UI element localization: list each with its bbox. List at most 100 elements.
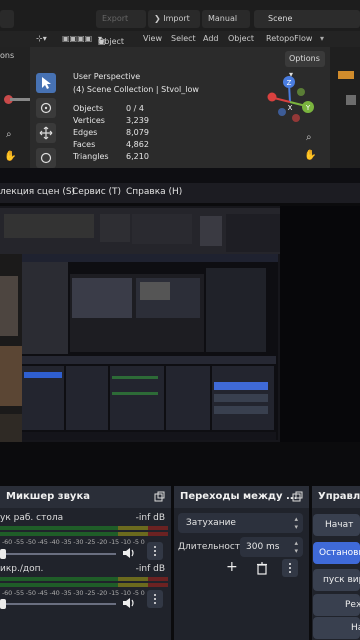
transition-type-select[interactable]: Затухание ▴ ▾	[178, 513, 303, 533]
menu-select[interactable]: Select	[171, 34, 196, 43]
export-button[interactable]: Export	[96, 10, 146, 28]
transition-menu-button[interactable]	[282, 559, 298, 577]
menu-scene-collection[interactable]: лекция сцен (S)	[0, 187, 75, 197]
manual-button[interactable]: Manual	[202, 10, 250, 28]
gizmo-z-label: Z	[287, 79, 292, 87]
menu-tools[interactable]: Сервис (T)	[72, 187, 121, 197]
blender-topbar: Export ❯ Import Manual Scene	[0, 10, 360, 30]
channel-name-desktop: ук раб. стола	[0, 513, 64, 523]
export-label: Export	[102, 14, 129, 23]
volume-meter	[0, 583, 168, 587]
title-bar	[0, 168, 360, 183]
crosshair-icon	[40, 102, 52, 114]
panel-tab[interactable]	[338, 71, 354, 79]
start-streaming-label: Начат	[325, 520, 354, 530]
speaker-icon[interactable]	[122, 597, 136, 609]
move-arrows-icon	[39, 126, 53, 140]
stat-value-edges: 8,079	[126, 128, 149, 137]
select-mode-icons[interactable]: ▣▣▣▣	[62, 34, 92, 43]
menu-add[interactable]: Add	[203, 34, 219, 43]
start-virtual-camera-button[interactable]: пуск вирт	[313, 569, 360, 591]
volume-slider-mic[interactable]	[0, 603, 116, 605]
n-panel-edge	[330, 47, 360, 168]
menu-retopoflow[interactable]: RetopoFlow	[266, 34, 312, 43]
navigation-gizmo[interactable]: Z Y X	[262, 72, 318, 128]
stat-label-triangles: Triangles	[73, 152, 109, 161]
audio-mixer-title: Микшер звука	[6, 491, 90, 502]
volume-meter	[0, 532, 168, 536]
controls-title: Управле	[318, 491, 360, 502]
menu-help[interactable]: Справка (H)	[126, 187, 182, 197]
cursor-icon	[42, 77, 51, 89]
stat-value-objects: 0 / 4	[126, 104, 144, 113]
blender-window: Export ❯ Import Manual Scene ⊹▾ ▣▣▣▣ ▣ O…	[0, 0, 360, 168]
preview-canvas	[0, 206, 280, 442]
channel-menu-button[interactable]	[147, 590, 163, 608]
undock-icon[interactable]	[292, 491, 303, 502]
meter-scale: -60 -55 -50 -45 -40 -35 -30 -25 -20 -15 …	[2, 589, 145, 597]
options-button[interactable]: Options ▾	[285, 51, 325, 79]
updown-icon: ▴ ▾	[294, 515, 298, 531]
gizmo-x-label: X	[288, 104, 293, 112]
volume-slider-knob[interactable]	[0, 599, 6, 609]
scene-transitions-dock: Переходы между ... Затухание ▴ ▾ Длительн…	[174, 486, 309, 640]
duration-value: 300 ms	[246, 542, 280, 552]
trash-icon[interactable]	[256, 562, 268, 575]
settings-label: На	[351, 623, 360, 633]
duration-label: Длительность	[178, 542, 246, 552]
add-transition-icon[interactable]: +	[226, 559, 238, 575]
zoom-icon[interactable]: ⌕	[6, 129, 12, 140]
import-button[interactable]: ❯ Import	[148, 10, 200, 28]
viewport-zoom-icon[interactable]: ⌕	[306, 132, 312, 143]
editor-type-button[interactable]	[0, 10, 14, 28]
hand-icon[interactable]: ✋	[4, 151, 16, 162]
scene-label: Scene	[268, 14, 293, 23]
gizmo-y-label: Y	[305, 104, 311, 112]
obs-preview[interactable]	[0, 206, 280, 442]
start-streaming-button[interactable]: Начат	[313, 514, 360, 536]
stop-recording-button[interactable]: Останови	[313, 542, 360, 564]
channel-menu-button[interactable]	[147, 542, 163, 560]
scene-selector[interactable]: Scene	[254, 10, 360, 28]
chevron-right-icon: ❯	[154, 14, 164, 23]
spin-arrows-icon[interactable]: ▴ ▾	[294, 539, 298, 555]
channel-name-mic: икр./доп.	[0, 564, 44, 574]
stat-value-triangles: 6,210	[126, 152, 149, 161]
menu-object[interactable]: Object	[228, 34, 254, 43]
import-label: Import	[163, 14, 190, 23]
transition-type-value: Затухание	[186, 518, 236, 528]
cursor-tool[interactable]	[36, 98, 56, 118]
audio-mixer-dock: Микшер звука ук раб. стола -inf dB -60 -…	[0, 486, 171, 640]
rotate-tool[interactable]	[36, 148, 56, 168]
transform-pivot-icon[interactable]: ⊹▾	[36, 34, 47, 43]
move-tool[interactable]	[36, 123, 56, 143]
manual-label: Manual	[208, 14, 238, 23]
stat-label-objects: Objects	[73, 104, 104, 113]
volume-slider-desktop[interactable]	[0, 553, 116, 555]
panel-tab[interactable]	[346, 95, 356, 105]
mode-dropdown[interactable]: ▣ Object Mode ▾	[98, 34, 124, 55]
settings-button[interactable]: На	[313, 617, 360, 639]
undock-icon[interactable]	[154, 491, 165, 502]
start-virtual-camera-label: пуск вирт	[323, 575, 360, 585]
menu-overflow-icon[interactable]: ▾	[320, 34, 324, 43]
stat-value-faces: 4,862	[126, 140, 149, 149]
channel-db-desktop: -inf dB	[135, 513, 165, 523]
stat-label-faces: Faces	[73, 140, 96, 149]
divider	[10, 98, 30, 101]
duration-spinbox[interactable]: 300 ms ▴ ▾	[240, 537, 303, 557]
stat-value-vertices: 3,239	[126, 116, 149, 125]
menu-view[interactable]: View	[143, 34, 162, 43]
meter-scale: -60 -55 -50 -45 -40 -35 -30 -25 -20 -15 …	[2, 538, 145, 546]
viewport-pan-icon[interactable]: ✋	[304, 150, 316, 161]
volume-slider-knob[interactable]	[0, 549, 6, 559]
viewport-header: ⊹▾ ▣▣▣▣ ▣ Object Mode ▾ View Select Add …	[0, 31, 360, 55]
select-box-tool[interactable]	[36, 73, 56, 93]
audio-mixer-header: Микшер звука	[0, 486, 171, 508]
volume-meter	[0, 526, 168, 530]
speaker-icon[interactable]	[122, 547, 136, 559]
studio-mode-button[interactable]: Реж	[313, 594, 360, 616]
viewport-collection: (4) Scene Collection | Stvol_low	[73, 85, 199, 94]
preview-letterbox	[280, 206, 360, 442]
viewport-perspective: User Perspective	[73, 72, 141, 81]
